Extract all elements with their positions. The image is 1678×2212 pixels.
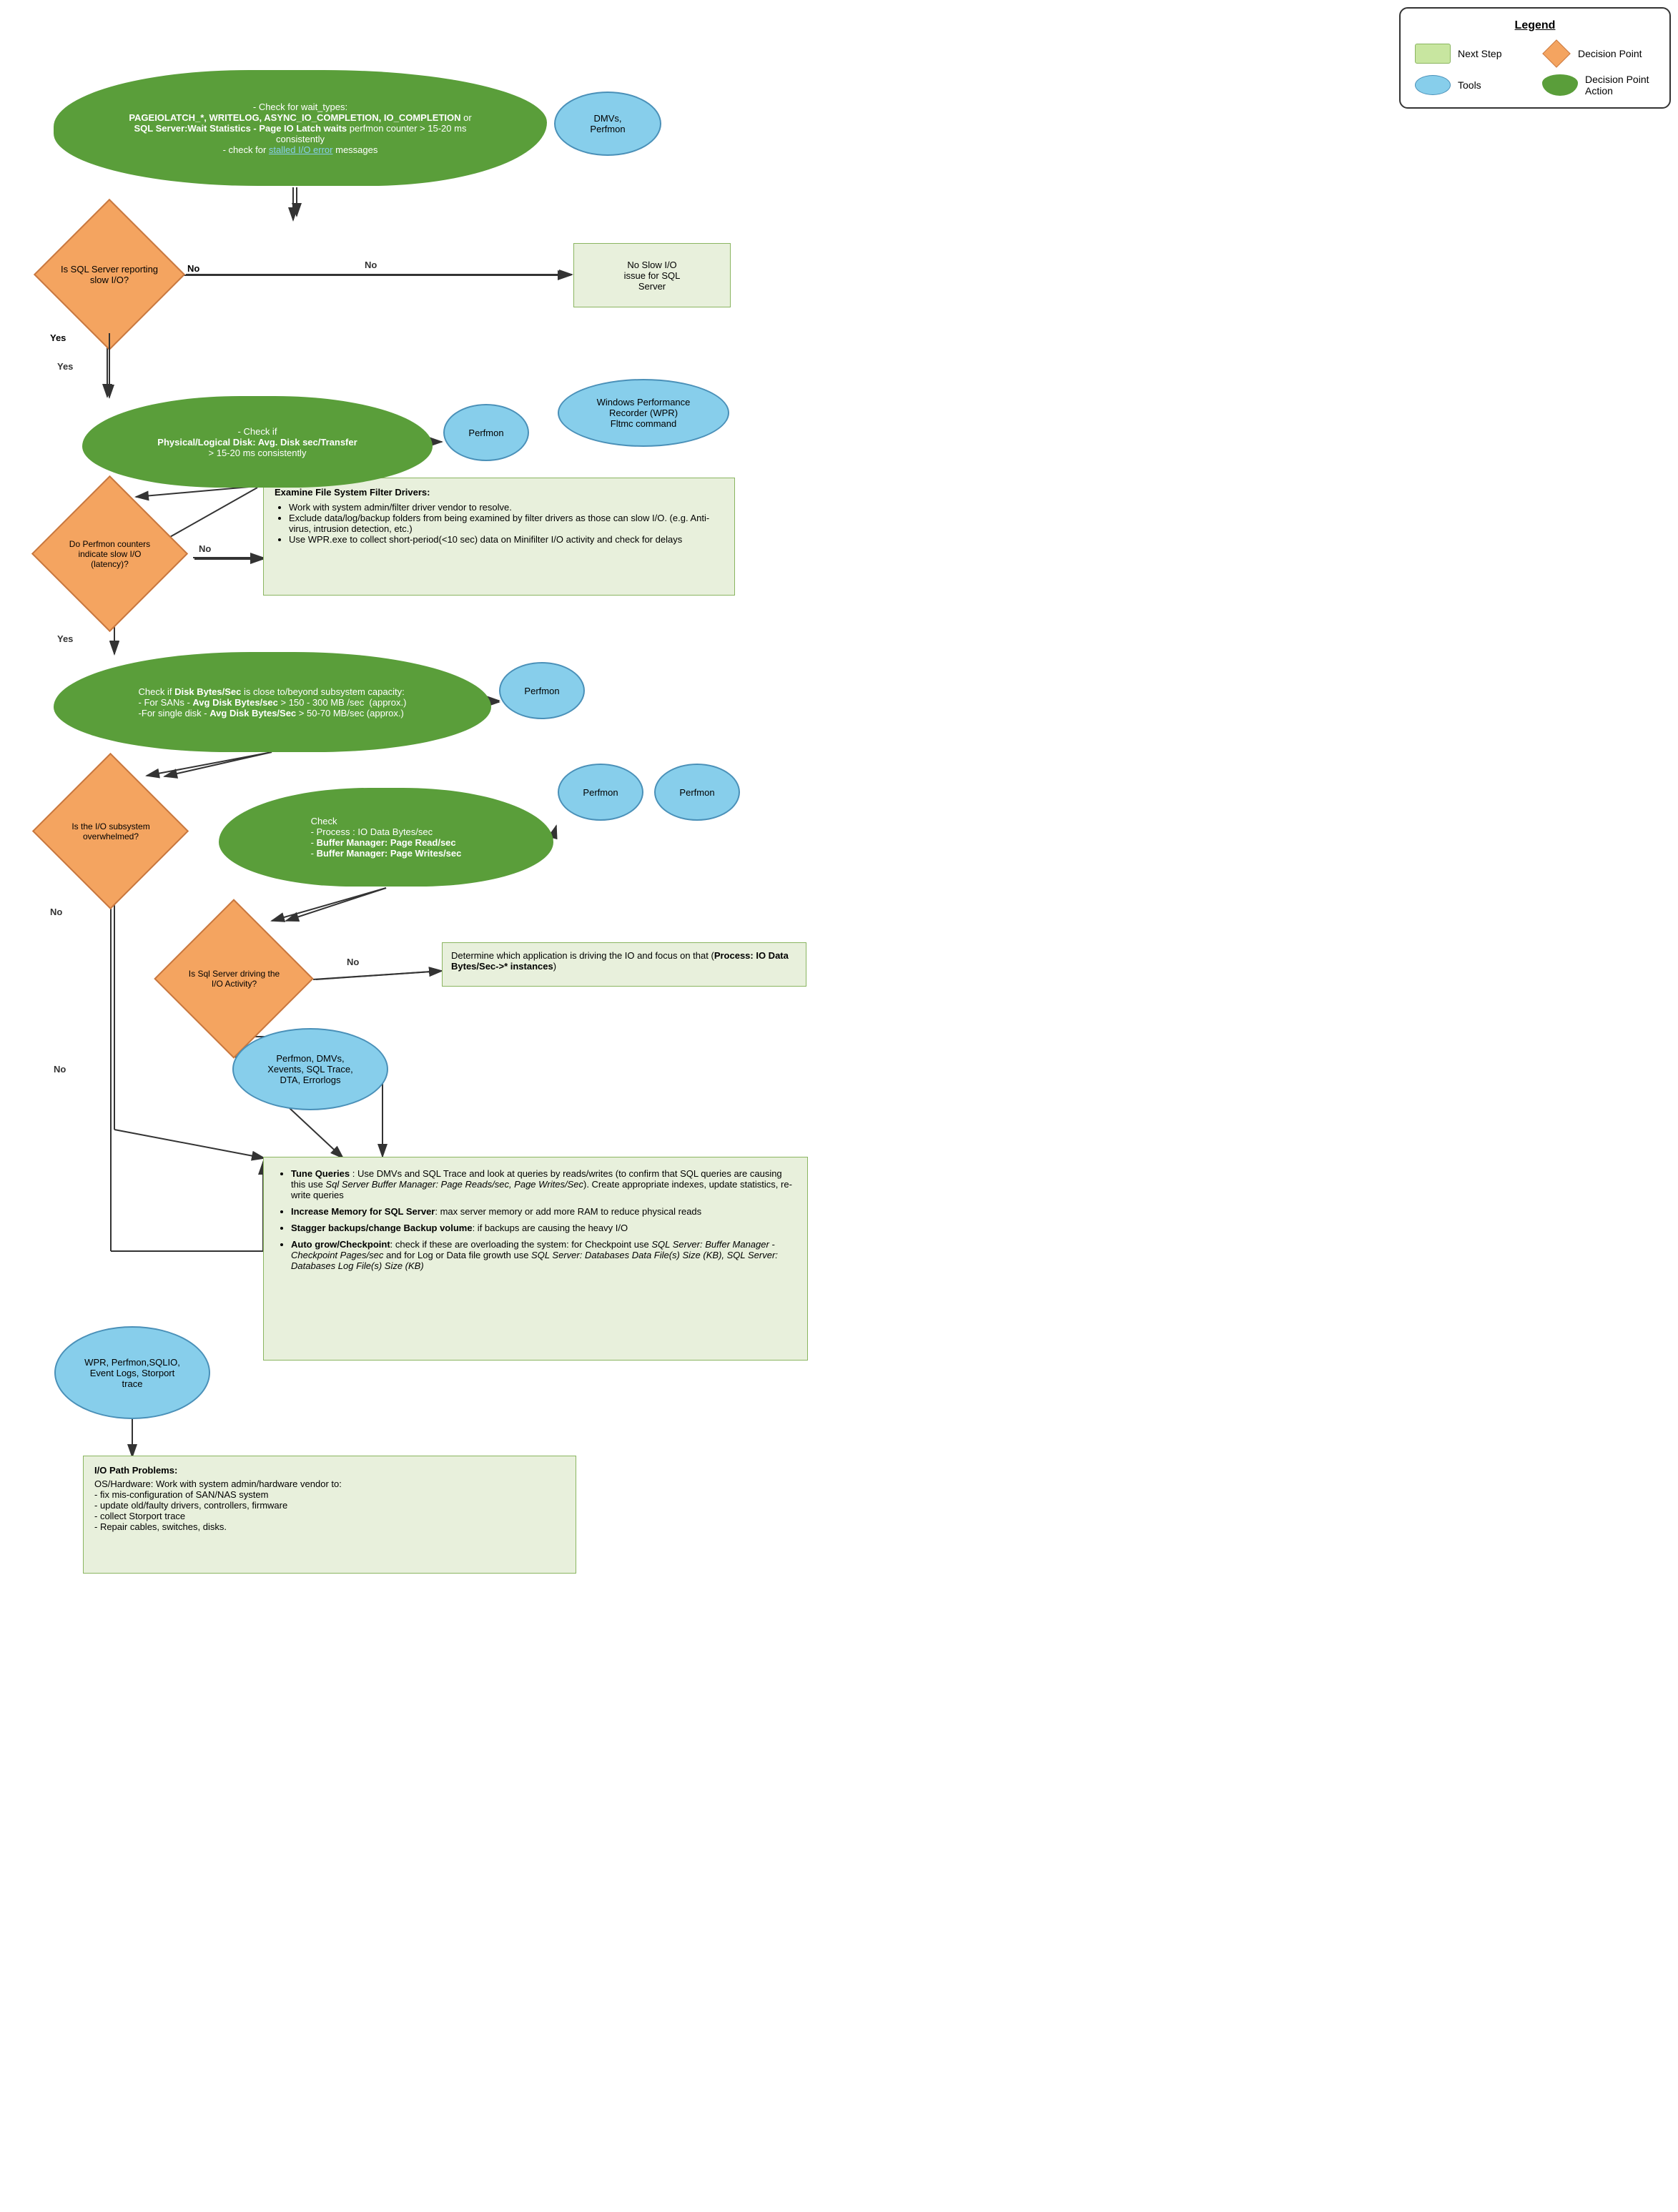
- filter-drivers-box: Examine File System Filter Drivers: Work…: [263, 478, 735, 596]
- perfmon3b-label: Perfmon: [679, 787, 714, 798]
- diamond3-label: Is the I/O subsystem overwhelmed?: [71, 821, 149, 841]
- tune-item-1: Tune Queries : Use DMVs and SQL Trace an…: [291, 1168, 794, 1200]
- tune-queries-box: Tune Queries : Use DMVs and SQL Trace an…: [263, 1157, 808, 1361]
- perfmon-oval-3: Perfmon: [558, 764, 643, 821]
- filter-item-1: Work with system admin/filter driver ven…: [289, 502, 724, 513]
- perfmon-dmvs-label: Perfmon, DMVs, Xevents, SQL Trace, DTA, …: [267, 1053, 352, 1085]
- svg-text:Yes: Yes: [57, 633, 73, 644]
- perfmon-oval-1: Perfmon: [443, 404, 529, 461]
- cloud2: - Check if Physical/Logical Disk: Avg. D…: [82, 396, 433, 488]
- dmvs-perfmon-oval: DMVs, Perfmon: [554, 92, 661, 156]
- wpr-sqlio-oval: WPR, Perfmon,SQLIO, Event Logs, Storport…: [54, 1326, 210, 1419]
- cloud2-bold: Physical/Logical Disk: Avg. Disk sec/Tra…: [157, 437, 357, 448]
- tune-item-4: Auto grow/Checkpoint: check if these are…: [291, 1239, 794, 1271]
- io-path-line-2: - update old/faulty drivers, controllers…: [94, 1500, 565, 1511]
- flow-container: - Check for wait_types: PAGEIOLATCH_*, W…: [14, 14, 1664, 2159]
- det-app-box: Determine which application is driving t…: [442, 942, 806, 987]
- wpr-oval: Windows Performance Recorder (WPR) Fltmc…: [558, 379, 729, 447]
- top-cloud: - Check for wait_types: PAGEIOLATCH_*, W…: [54, 70, 547, 186]
- diamond1-container: Is SQL Server reporting slow I/O?: [34, 217, 184, 332]
- io-path-line-0: OS/Hardware: Work with system admin/hard…: [94, 1478, 565, 1489]
- svg-text:Yes: Yes: [57, 361, 73, 372]
- svg-text:No: No: [347, 957, 359, 967]
- perfmon3-label: Perfmon: [583, 787, 618, 798]
- perfmon-oval-2: Perfmon: [499, 662, 585, 719]
- diamond1-label: Is SQL Server reporting slow I/O?: [61, 264, 158, 285]
- svg-text:No: No: [50, 907, 62, 917]
- wpr-sqlio-label: WPR, Perfmon,SQLIO, Event Logs, Storport…: [84, 1357, 180, 1389]
- dmvs-perfmon-label: DMVs, Perfmon: [590, 113, 625, 134]
- cloud4: Check - Process : IO Data Bytes/sec - Bu…: [219, 788, 553, 887]
- perfmon1-label: Perfmon: [468, 428, 503, 438]
- svg-text:No: No: [365, 260, 377, 270]
- filter-item-3: Use WPR.exe to collect short-period(<10 …: [289, 534, 724, 545]
- io-path-line-1: - fix mis-configuration of SAN/NAS syste…: [94, 1489, 565, 1500]
- io-path-line-3: - collect Storport trace: [94, 1511, 565, 1521]
- page-container: Legend Next Step Decision Point Tools De…: [0, 0, 1678, 2212]
- tune-item-3: Stagger backups/change Backup volume: if…: [291, 1223, 794, 1233]
- det-app-text: Determine which application is driving t…: [451, 950, 789, 972]
- no-slow-io-box: No Slow I/O issue for SQL Server: [573, 243, 731, 307]
- svg-text:No: No: [54, 1064, 66, 1075]
- no-slow-io-label: No Slow I/O issue for SQL Server: [624, 260, 681, 292]
- io-path-box: I/O Path Problems: OS/Hardware: Work wit…: [83, 1456, 576, 1574]
- wpr-label: Windows Performance Recorder (WPR) Fltmc…: [597, 397, 691, 429]
- no-label-1: No: [187, 263, 199, 274]
- filter-item-2: Exclude data/log/backup folders from bei…: [289, 513, 724, 534]
- diamond2-container: Do Perfmon counters indicate slow I/O (l…: [33, 495, 187, 613]
- svg-text:No: No: [199, 543, 211, 554]
- io-path-line-4: - Repair cables, switches, disks.: [94, 1521, 565, 1532]
- tune-item-2: Increase Memory for SQL Server: max serv…: [291, 1206, 794, 1217]
- filter-box-title: Examine File System Filter Drivers:: [275, 487, 430, 498]
- perfmon-oval-3b: Perfmon: [654, 764, 740, 821]
- diamond2-label: Do Perfmon counters indicate slow I/O (l…: [69, 539, 150, 569]
- diamond3-container: Is the I/O subsystem overwhelmed?: [32, 772, 189, 890]
- perfmon-dmvs-oval: Perfmon, DMVs, Xevents, SQL Trace, DTA, …: [232, 1028, 388, 1110]
- perfmon2-label: Perfmon: [524, 686, 559, 696]
- diamond4-container: Is Sql Server driving the I/O Activity?: [154, 919, 315, 1039]
- stalled-io-link[interactable]: stalled I/O error: [269, 144, 333, 155]
- cloud3: Check if Disk Bytes/Sec is close to/beyo…: [54, 652, 491, 752]
- io-path-title: I/O Path Problems:: [94, 1465, 177, 1476]
- diamond4-label: Is Sql Server driving the I/O Activity?: [189, 969, 280, 989]
- yes-label-1: Yes: [50, 332, 66, 343]
